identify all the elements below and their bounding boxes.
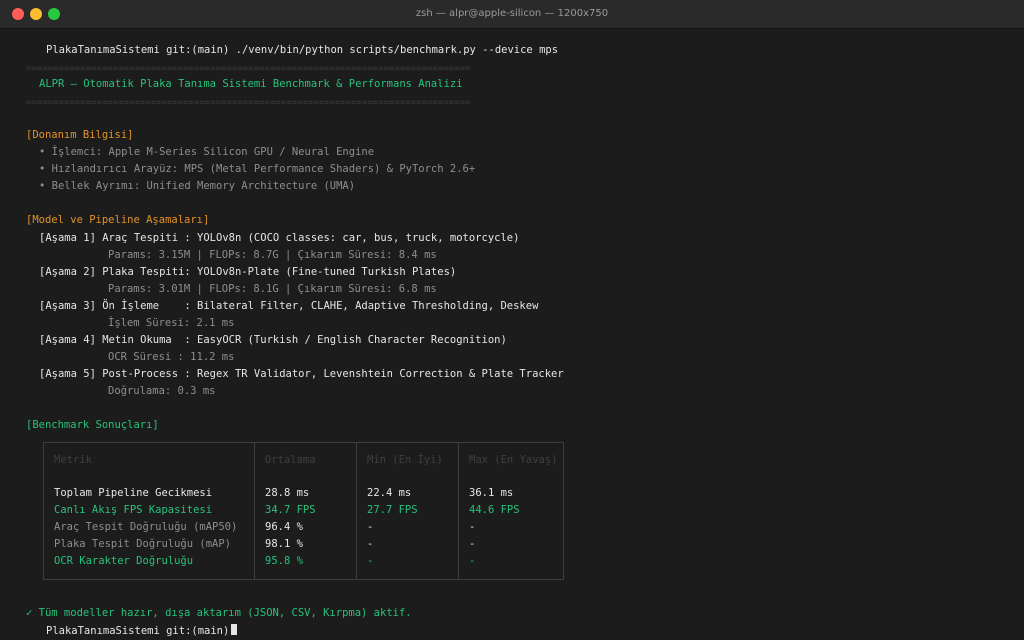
table-row-avg: 34.7 FPS: [265, 504, 316, 516]
stage-detail: Params: 3.01M | FLOPs: 8.1G | Çıkarım Sü…: [108, 283, 437, 295]
table-row-min: 27.7 FPS: [367, 504, 418, 516]
command-line: PlakaTanımaSistemi git:(main) ./venv/bin…: [46, 44, 559, 56]
table-row-avg: 98.1 %: [265, 538, 303, 550]
stage-detail: İşlem Süresi: 2.1 ms: [108, 317, 235, 329]
text-cursor: [231, 624, 238, 635]
stage-label: [Aşama 2] Plaka Tespiti: YOLOv8n-Plate (…: [39, 266, 457, 278]
separator-bottom: ========================================…: [26, 98, 471, 108]
stage-detail: OCR Süresi : 11.2 ms: [108, 351, 235, 363]
table-row-metric: Toplam Pipeline Gecikmesi: [54, 487, 213, 499]
table-row-min: -: [367, 538, 374, 550]
table-row-max: -: [469, 521, 476, 533]
hardware-item: • Hızlandırıcı Arayüz: MPS (Metal Perfor…: [39, 163, 476, 175]
banner-title: ALPR — Otomatik Plaka Tanıma Sistemi Ben…: [39, 78, 463, 90]
table-row-max: 36.1 ms: [469, 487, 514, 499]
final-prompt[interactable]: PlakaTanımaSistemi git:(main): [46, 624, 238, 638]
column-header: Max (En Yavaş): [469, 454, 558, 466]
hardware-item: • Bellek Ayrımı: Unified Memory Architec…: [39, 180, 356, 192]
table-row-avg: 28.8 ms: [265, 487, 310, 499]
table-row-avg: 96.4 %: [265, 521, 303, 533]
prompt-text: PlakaTanımaSistemi git:(main): [46, 625, 230, 637]
benchmark-heading: [Benchmark Sonuçları]: [26, 419, 159, 431]
terminal-output[interactable]: PlakaTanımaSistemi git:(main) ./venv/bin…: [0, 28, 1024, 640]
terminal-window: zsh — alpr@apple-silicon — 1200x750 Plak…: [0, 0, 1024, 640]
table-row-metric: OCR Karakter Doğruluğu: [54, 555, 194, 567]
table-row-min: 22.4 ms: [367, 487, 412, 499]
table-row-avg: 95.8 %: [265, 555, 303, 567]
column-header: Metrik: [54, 454, 92, 466]
hardware-item: • İşlemci: Apple M-Series Silicon GPU / …: [39, 146, 375, 158]
column-header: Ortalama: [265, 454, 316, 466]
hardware-heading: [Donanım Bilgisi]: [26, 129, 134, 141]
pipeline-heading: [Model ve Pipeline Aşamaları]: [26, 214, 210, 226]
stage-detail: Params: 3.15M | FLOPs: 8.7G | Çıkarım Sü…: [108, 249, 437, 261]
table-row-min: -: [367, 521, 374, 533]
table-row-metric: Plaka Tespit Doğruluğu (mAP): [54, 538, 232, 550]
table-row-max: -: [469, 538, 476, 550]
stage-label: [Aşama 5] Post-Process : Regex TR Valida…: [39, 368, 564, 380]
stage-label: [Aşama 1] Araç Tespiti : YOLOv8n (COCO c…: [39, 232, 520, 244]
stage-label: [Aşama 3] Ön İşleme : Bilateral Filter, …: [39, 300, 539, 312]
table-row-metric: Canlı Akış FPS Kapasitesi: [54, 504, 213, 516]
benchmark-table: Metrik Ortalama Min (En İyi) Max (En Yav…: [43, 442, 564, 580]
column-header: Min (En İyi): [367, 454, 443, 466]
table-row-min: -: [367, 555, 374, 567]
window-title: zsh — alpr@apple-silicon — 1200x750: [415, 8, 609, 19]
stage-detail: Doğrulama: 0.3 ms: [108, 385, 216, 397]
table-row-max: -: [469, 555, 476, 567]
stage-label: [Aşama 4] Metin Okuma : EasyOCR (Turkish…: [39, 334, 507, 346]
separator-top: ========================================…: [26, 64, 471, 74]
status-line: ✓ Tüm modeller hazır, dışa aktarım (JSON…: [26, 607, 412, 619]
table-row-metric: Araç Tespit Doğruluğu (mAP50): [54, 521, 238, 533]
table-row-max: 44.6 FPS: [469, 504, 520, 516]
title-bar: zsh — alpr@apple-silicon — 1200x750: [0, 0, 1024, 29]
